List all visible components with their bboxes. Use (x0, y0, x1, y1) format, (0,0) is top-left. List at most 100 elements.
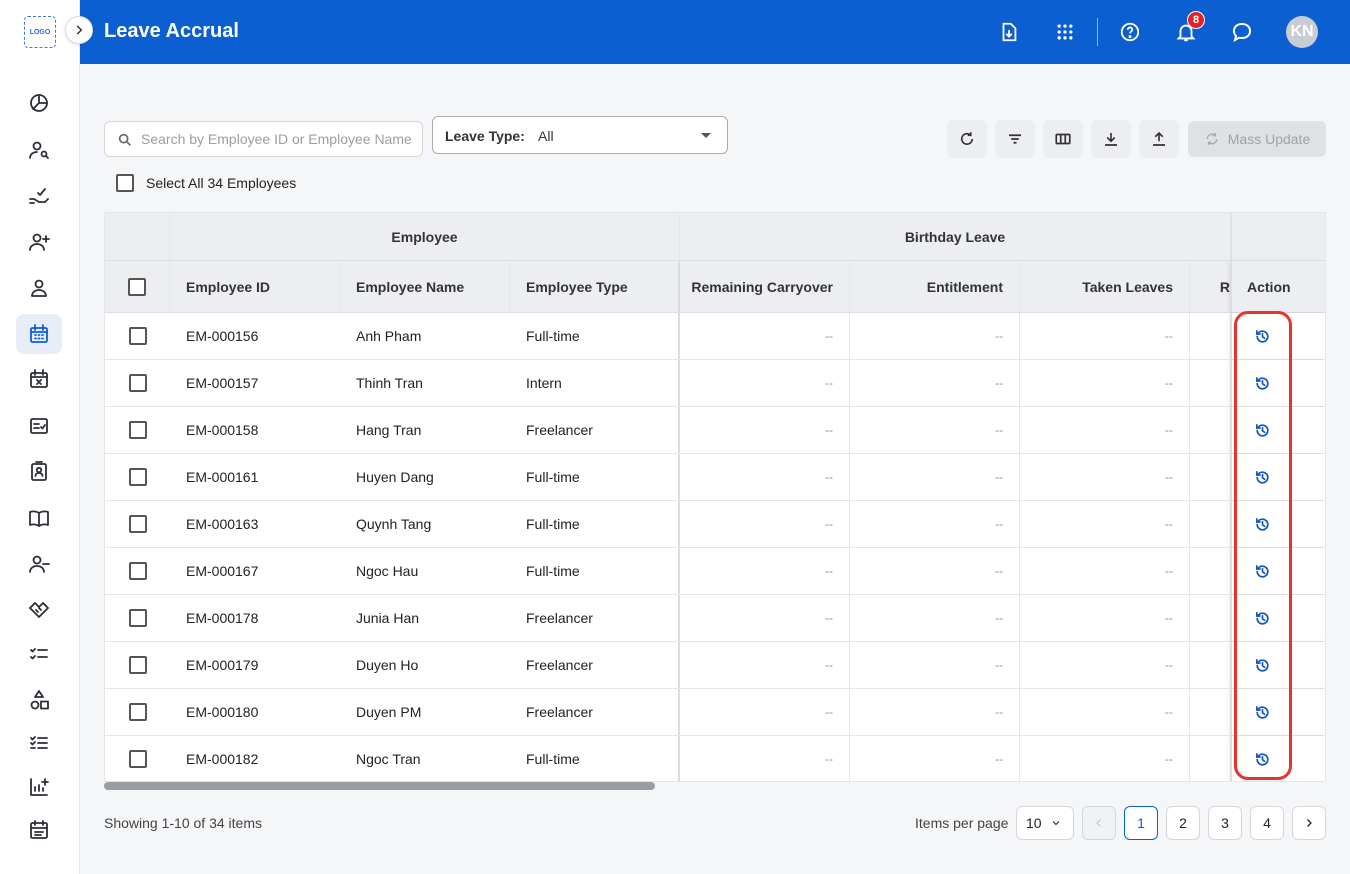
history-button[interactable] (1254, 610, 1271, 627)
columns-button[interactable] (1043, 120, 1083, 158)
row-checkbox[interactable] (128, 468, 147, 486)
row-checkbox[interactable] (128, 703, 147, 721)
row-checkbox[interactable] (128, 609, 147, 627)
sidebar-item-user[interactable] (16, 268, 62, 308)
cell-employee-type: Full-time (510, 736, 680, 781)
cell-entitlement: -- (850, 642, 1020, 688)
table-row[interactable]: EM-000157 Thinh Tran Intern -- -- -- (105, 360, 1325, 407)
row-checkbox[interactable] (128, 750, 147, 768)
file-download-button[interactable] (995, 18, 1023, 46)
leave-type-select[interactable]: Leave Type: All (432, 116, 728, 154)
page-button-2[interactable]: 2 (1166, 806, 1200, 840)
table-row[interactable]: EM-000158 Hang Tran Freelancer -- -- -- (105, 407, 1325, 454)
col-employee-name[interactable]: Employee Name (340, 261, 510, 312)
col-entitlement[interactable]: Entitlement (850, 261, 1020, 312)
page-button-4[interactable]: 4 (1250, 806, 1284, 840)
scrollbar-thumb[interactable] (104, 782, 655, 790)
history-button[interactable] (1254, 375, 1271, 392)
row-checkbox[interactable] (128, 374, 147, 392)
chat-button[interactable] (1228, 18, 1256, 46)
sidebar-item-shapes[interactable] (16, 680, 62, 720)
sidebar-item-user-add[interactable] (16, 222, 62, 262)
cell-employee-id: EM-000161 (186, 469, 259, 485)
cell-remaining-carryover: -- (680, 548, 850, 594)
sidebar-item-pie-chart[interactable] (16, 83, 62, 123)
sidebar-item-id-badge[interactable] (16, 451, 62, 491)
items-per-page-select[interactable]: 10 (1016, 806, 1074, 840)
col-remaining-carryover[interactable]: Remaining Carryover (680, 261, 850, 312)
row-checkbox[interactable] (128, 656, 147, 674)
sidebar-item-report-add[interactable] (16, 767, 62, 807)
table-row[interactable]: EM-000167 Ngoc Hau Full-time -- -- -- (105, 548, 1325, 595)
table-row[interactable]: EM-000180 Duyen PM Freelancer -- -- -- (105, 689, 1325, 736)
sidebar-item-task-list[interactable] (16, 634, 62, 674)
showing-count: Showing 1-10 of 34 items (104, 815, 262, 831)
cell-taken-leaves: -- (1020, 501, 1190, 547)
sidebar-item-ordered-list[interactable] (16, 723, 62, 763)
header-checkbox[interactable] (128, 277, 146, 296)
sidebar-item-book[interactable] (16, 498, 62, 538)
sidebar-item-hand-check[interactable] (16, 176, 62, 216)
user-add-icon (29, 233, 50, 251)
search-box[interactable] (104, 121, 423, 157)
search-input[interactable] (141, 131, 411, 147)
select-all[interactable]: Select All 34 Employees (116, 174, 296, 192)
upload-button[interactable] (1139, 120, 1179, 158)
horizontal-scrollbar[interactable] (104, 782, 1326, 790)
chevron-down-icon (1052, 821, 1060, 826)
row-checkbox[interactable] (128, 562, 147, 580)
history-icon (1255, 423, 1269, 437)
table-row[interactable]: EM-000179 Duyen Ho Freelancer -- -- -- (105, 642, 1325, 689)
sidebar-item-calendar[interactable] (16, 314, 62, 354)
cell-employee-type: Full-time (510, 548, 680, 594)
sidebar-item-user-search[interactable] (16, 130, 62, 170)
filter-icon (1009, 134, 1021, 144)
download-button[interactable] (1091, 120, 1131, 158)
refresh-button[interactable] (947, 120, 987, 158)
history-button[interactable] (1254, 516, 1271, 533)
page-button-3[interactable]: 3 (1208, 806, 1242, 840)
history-button[interactable] (1254, 751, 1271, 768)
sidebar-toggle-button[interactable] (65, 16, 93, 44)
table-row[interactable]: EM-000163 Quynh Tang Full-time -- -- -- (105, 501, 1325, 548)
sidebar-item-calendar-cancel[interactable] (16, 359, 62, 399)
cell-taken-leaves: -- (1020, 407, 1190, 453)
cell-taken-leaves: -- (1020, 360, 1190, 406)
table-row[interactable]: EM-000178 Junia Han Freelancer -- -- -- (105, 595, 1325, 642)
col-employee-id[interactable]: Employee ID (170, 261, 340, 312)
chat-bubble-icon (1232, 22, 1252, 43)
row-checkbox[interactable] (128, 515, 147, 533)
select-all-checkbox[interactable] (116, 174, 134, 192)
table-row[interactable]: EM-000161 Huyen Dang Full-time -- -- -- (105, 454, 1325, 501)
row-checkbox[interactable] (128, 327, 147, 345)
cell-remaining-carryover: -- (680, 689, 850, 735)
sidebar-item-checklist[interactable] (16, 406, 62, 446)
history-button[interactable] (1254, 469, 1271, 486)
history-button[interactable] (1254, 657, 1271, 674)
filter-button[interactable] (995, 120, 1035, 158)
sidebar-item-user-remove[interactable] (16, 544, 62, 584)
employee-table: Employee Birthday Leave Employee ID Empl… (104, 212, 1326, 782)
table-row[interactable]: EM-000156 Anh Pham Full-time -- -- -- (105, 313, 1325, 360)
history-button[interactable] (1254, 422, 1271, 439)
calendar-cancel-icon (30, 369, 48, 388)
prev-page-button[interactable] (1082, 806, 1116, 840)
history-button[interactable] (1254, 563, 1271, 580)
col-employee-type[interactable]: Employee Type (510, 261, 680, 312)
row-checkbox[interactable] (128, 421, 147, 439)
history-button[interactable] (1254, 328, 1271, 345)
table-row[interactable]: EM-000182 Ngoc Tran Full-time -- -- -- (105, 736, 1325, 781)
col-taken-leaves[interactable]: Taken Leaves (1020, 261, 1190, 312)
next-page-button[interactable] (1292, 806, 1326, 840)
mass-update-button[interactable]: Mass Update (1188, 121, 1326, 157)
col-truncated[interactable]: R (1190, 261, 1231, 312)
sidebar-item-note[interactable] (16, 810, 62, 850)
user-avatar[interactable]: KN (1286, 16, 1318, 48)
help-button[interactable] (1116, 18, 1144, 46)
page-button-1[interactable]: 1 (1124, 806, 1158, 840)
cell-employee-name: Ngoc Tran (356, 751, 421, 767)
sidebar-item-handshake[interactable] (16, 589, 62, 629)
history-button[interactable] (1254, 704, 1271, 721)
apps-button[interactable] (1051, 18, 1079, 46)
cell-employee-name: Junia Han (356, 610, 420, 626)
